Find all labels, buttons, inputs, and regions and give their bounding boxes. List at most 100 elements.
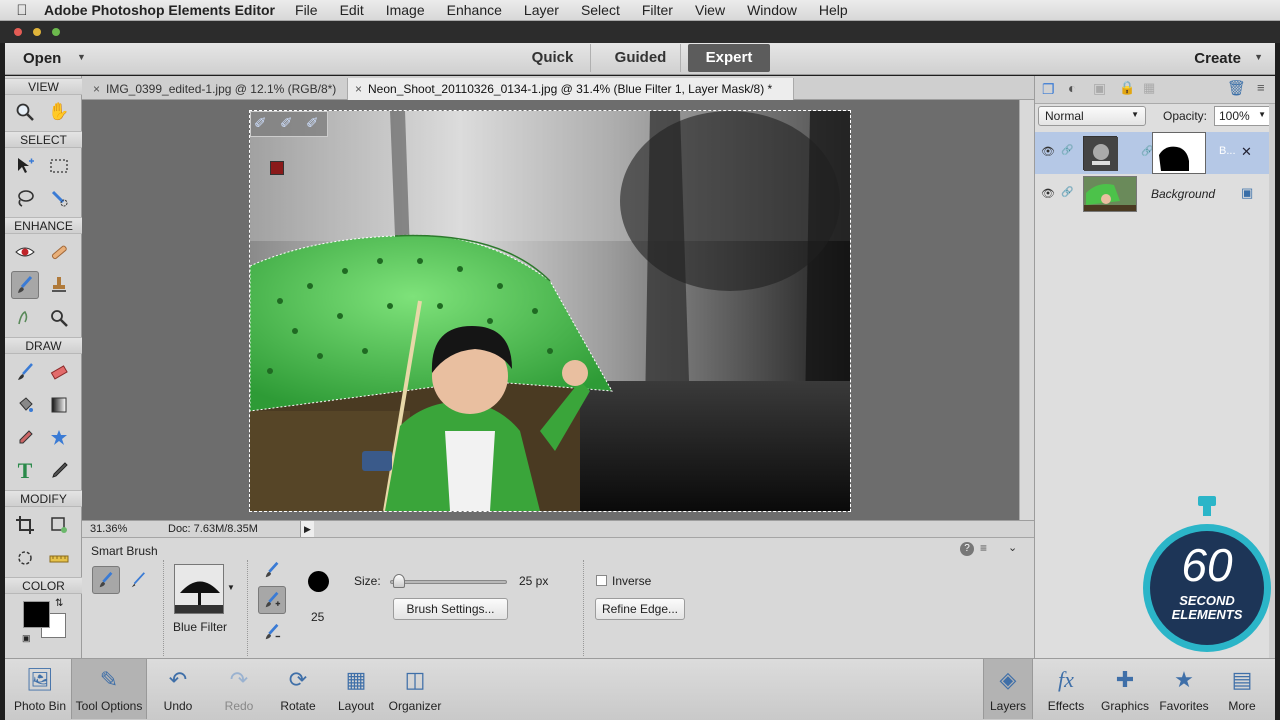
layers-button[interactable]: ◈ Layers xyxy=(983,659,1033,719)
tool-options-button[interactable]: ✎ Tool Options xyxy=(71,659,147,719)
apple-icon[interactable]:  xyxy=(0,2,44,19)
undo-button[interactable]: ↶ Undo xyxy=(153,659,203,719)
layer-row-adjustment[interactable]: 👁 🔗 🔗 B... ✕ xyxy=(1035,132,1275,174)
eraser-tool-icon[interactable] xyxy=(45,358,73,386)
brush-settings-button[interactable]: Brush Settings... xyxy=(393,598,508,620)
layout-button[interactable]: ▦ Layout xyxy=(331,659,381,719)
size-slider-handle[interactable] xyxy=(393,574,406,588)
create-dropdown-icon[interactable]: ▼ xyxy=(1254,52,1263,62)
size-value[interactable]: 25 px xyxy=(519,574,548,588)
add-brush-chip-icon[interactable]: ✐ xyxy=(280,114,293,132)
detail-smart-brush-icon[interactable] xyxy=(124,566,152,594)
lock-all-icon[interactable]: 🔒 xyxy=(1119,80,1135,96)
app-name-menu[interactable]: Adobe Photoshop Elements Editor xyxy=(44,2,275,18)
open-dropdown-icon[interactable]: ▼ xyxy=(77,52,86,62)
tab-quick[interactable]: Quick xyxy=(515,44,591,72)
more-button[interactable]: ▤ More xyxy=(1219,659,1265,719)
hand-tool-icon[interactable]: ✋ xyxy=(45,98,73,126)
status-menu-arrow-icon[interactable]: ▶ xyxy=(300,521,314,537)
smart-brush-tool-icon[interactable] xyxy=(11,271,39,299)
organizer-button[interactable]: ◫ Organizer xyxy=(385,659,445,719)
menu-view[interactable]: View xyxy=(695,2,725,18)
adjustment-thumbnail[interactable] xyxy=(1083,136,1118,171)
close-tab-icon[interactable]: × xyxy=(93,78,100,100)
document-image[interactable]: ✐ ✐ ✐ xyxy=(249,110,851,512)
rotate-button[interactable]: ⟳ Rotate xyxy=(271,659,325,719)
layers-panel-menu-icon[interactable]: ≡ xyxy=(1257,80,1265,95)
menu-image[interactable]: Image xyxy=(386,2,425,18)
blend-mode-select[interactable]: Normal ▼ xyxy=(1038,106,1146,126)
menu-enhance[interactable]: Enhance xyxy=(447,2,502,18)
visibility-eye-icon[interactable]: 👁 xyxy=(1041,145,1055,158)
create-button[interactable]: Create xyxy=(1194,50,1241,67)
tab-expert[interactable]: Expert xyxy=(688,44,770,72)
open-button[interactable]: Open xyxy=(23,50,61,67)
lock-transparency-icon[interactable]: ▦ xyxy=(1143,80,1155,96)
eyedropper-tool-icon[interactable] xyxy=(11,424,39,452)
red-eye-tool-icon[interactable] xyxy=(11,238,39,266)
crop-tool-icon[interactable] xyxy=(11,511,39,539)
swap-colors-icon[interactable]: ⇅ xyxy=(55,598,63,609)
mask-link-icon[interactable]: 🔗 xyxy=(1141,146,1153,157)
smart-brush-mode-icon[interactable] xyxy=(92,566,120,594)
doc-tab-2[interactable]: × Neon_Shoot_20110326_0134-1.jpg @ 31.4%… xyxy=(348,78,794,100)
brush-tool-icon[interactable] xyxy=(11,358,39,386)
layer-link-icon[interactable]: 🔗 xyxy=(1061,187,1073,198)
subtract-selection-brush-icon[interactable] xyxy=(258,618,286,646)
panel-menu-icon[interactable]: ≡ xyxy=(980,541,987,555)
healing-brush-tool-icon[interactable] xyxy=(45,238,73,266)
redo-button[interactable]: ↷ Redo xyxy=(214,659,264,719)
custom-shape-tool-icon[interactable] xyxy=(45,424,73,452)
background-thumbnail[interactable] xyxy=(1083,176,1137,212)
add-selection-brush-icon[interactable] xyxy=(258,586,286,614)
effects-button[interactable]: fx Effects xyxy=(1041,659,1091,719)
menu-select[interactable]: Select xyxy=(581,2,620,18)
brush-tip-preview[interactable] xyxy=(308,571,329,592)
delete-layer-icon[interactable]: 🗑 xyxy=(1227,79,1246,97)
recompose-tool-icon[interactable] xyxy=(45,511,73,539)
inverse-checkbox[interactable] xyxy=(596,575,607,586)
adjustment-pin-icon[interactable] xyxy=(270,161,284,175)
menu-filter[interactable]: Filter xyxy=(642,2,673,18)
type-tool-icon[interactable]: T xyxy=(11,457,39,485)
visibility-eye-icon[interactable]: 👁 xyxy=(1041,187,1055,200)
close-window-button[interactable] xyxy=(14,28,22,36)
help-icon[interactable]: ? xyxy=(960,542,974,556)
layer-name[interactable]: Background xyxy=(1151,187,1215,201)
lasso-tool-icon[interactable] xyxy=(11,184,39,212)
layer-link-icon[interactable]: 🔗 xyxy=(1061,145,1073,156)
menu-layer[interactable]: Layer xyxy=(524,2,559,18)
paint-bucket-tool-icon[interactable] xyxy=(11,391,39,419)
zoom-tool-icon[interactable] xyxy=(11,98,39,126)
layer-mask-thumbnail[interactable] xyxy=(1152,132,1206,174)
sponge-zoom-tool-icon[interactable] xyxy=(45,304,73,332)
minimize-window-button[interactable] xyxy=(33,28,41,36)
layer-name[interactable]: B... xyxy=(1219,145,1236,157)
layer-mask-icon[interactable]: ▣ xyxy=(1093,80,1106,97)
menu-edit[interactable]: Edit xyxy=(340,2,364,18)
zoom-window-button[interactable] xyxy=(52,28,60,36)
refine-edge-button[interactable]: Refine Edge... xyxy=(595,598,685,620)
move-tool-icon[interactable] xyxy=(11,152,39,180)
foreground-color-swatch[interactable] xyxy=(23,601,50,628)
size-slider-track[interactable] xyxy=(390,580,507,584)
default-colors-icon[interactable]: ▣ xyxy=(22,633,31,644)
adjustment-layer-icon[interactable]: ◐ xyxy=(1068,80,1076,96)
collapse-panel-icon[interactable]: ⌄ xyxy=(1008,541,1017,554)
preset-thumbnail[interactable] xyxy=(174,564,224,614)
smudge-tool-icon[interactable] xyxy=(11,304,39,332)
graphics-button[interactable]: ✚ Graphics xyxy=(1097,659,1153,719)
menu-window[interactable]: Window xyxy=(747,2,797,18)
menu-help[interactable]: Help xyxy=(819,2,848,18)
opacity-field[interactable]: 100% ▼ xyxy=(1214,106,1270,126)
preset-dropdown-icon[interactable]: ▼ xyxy=(227,583,235,592)
opacity-dropdown-icon[interactable]: ▼ xyxy=(1258,110,1266,119)
menu-file[interactable]: File xyxy=(295,2,318,18)
brush-chip-icon[interactable]: ✐ xyxy=(254,114,267,132)
favorites-button[interactable]: ★ Favorites xyxy=(1155,659,1213,719)
doc-tab-1[interactable]: × IMG_0399_edited-1.jpg @ 12.1% (RGB/8*) xyxy=(86,78,348,100)
zoom-readout[interactable]: 31.36% xyxy=(90,523,127,535)
new-layer-icon[interactable]: ❐ xyxy=(1042,81,1055,98)
new-selection-brush-icon[interactable] xyxy=(258,556,286,584)
photo-bin-button[interactable]: 🖼 Photo Bin xyxy=(10,659,70,719)
